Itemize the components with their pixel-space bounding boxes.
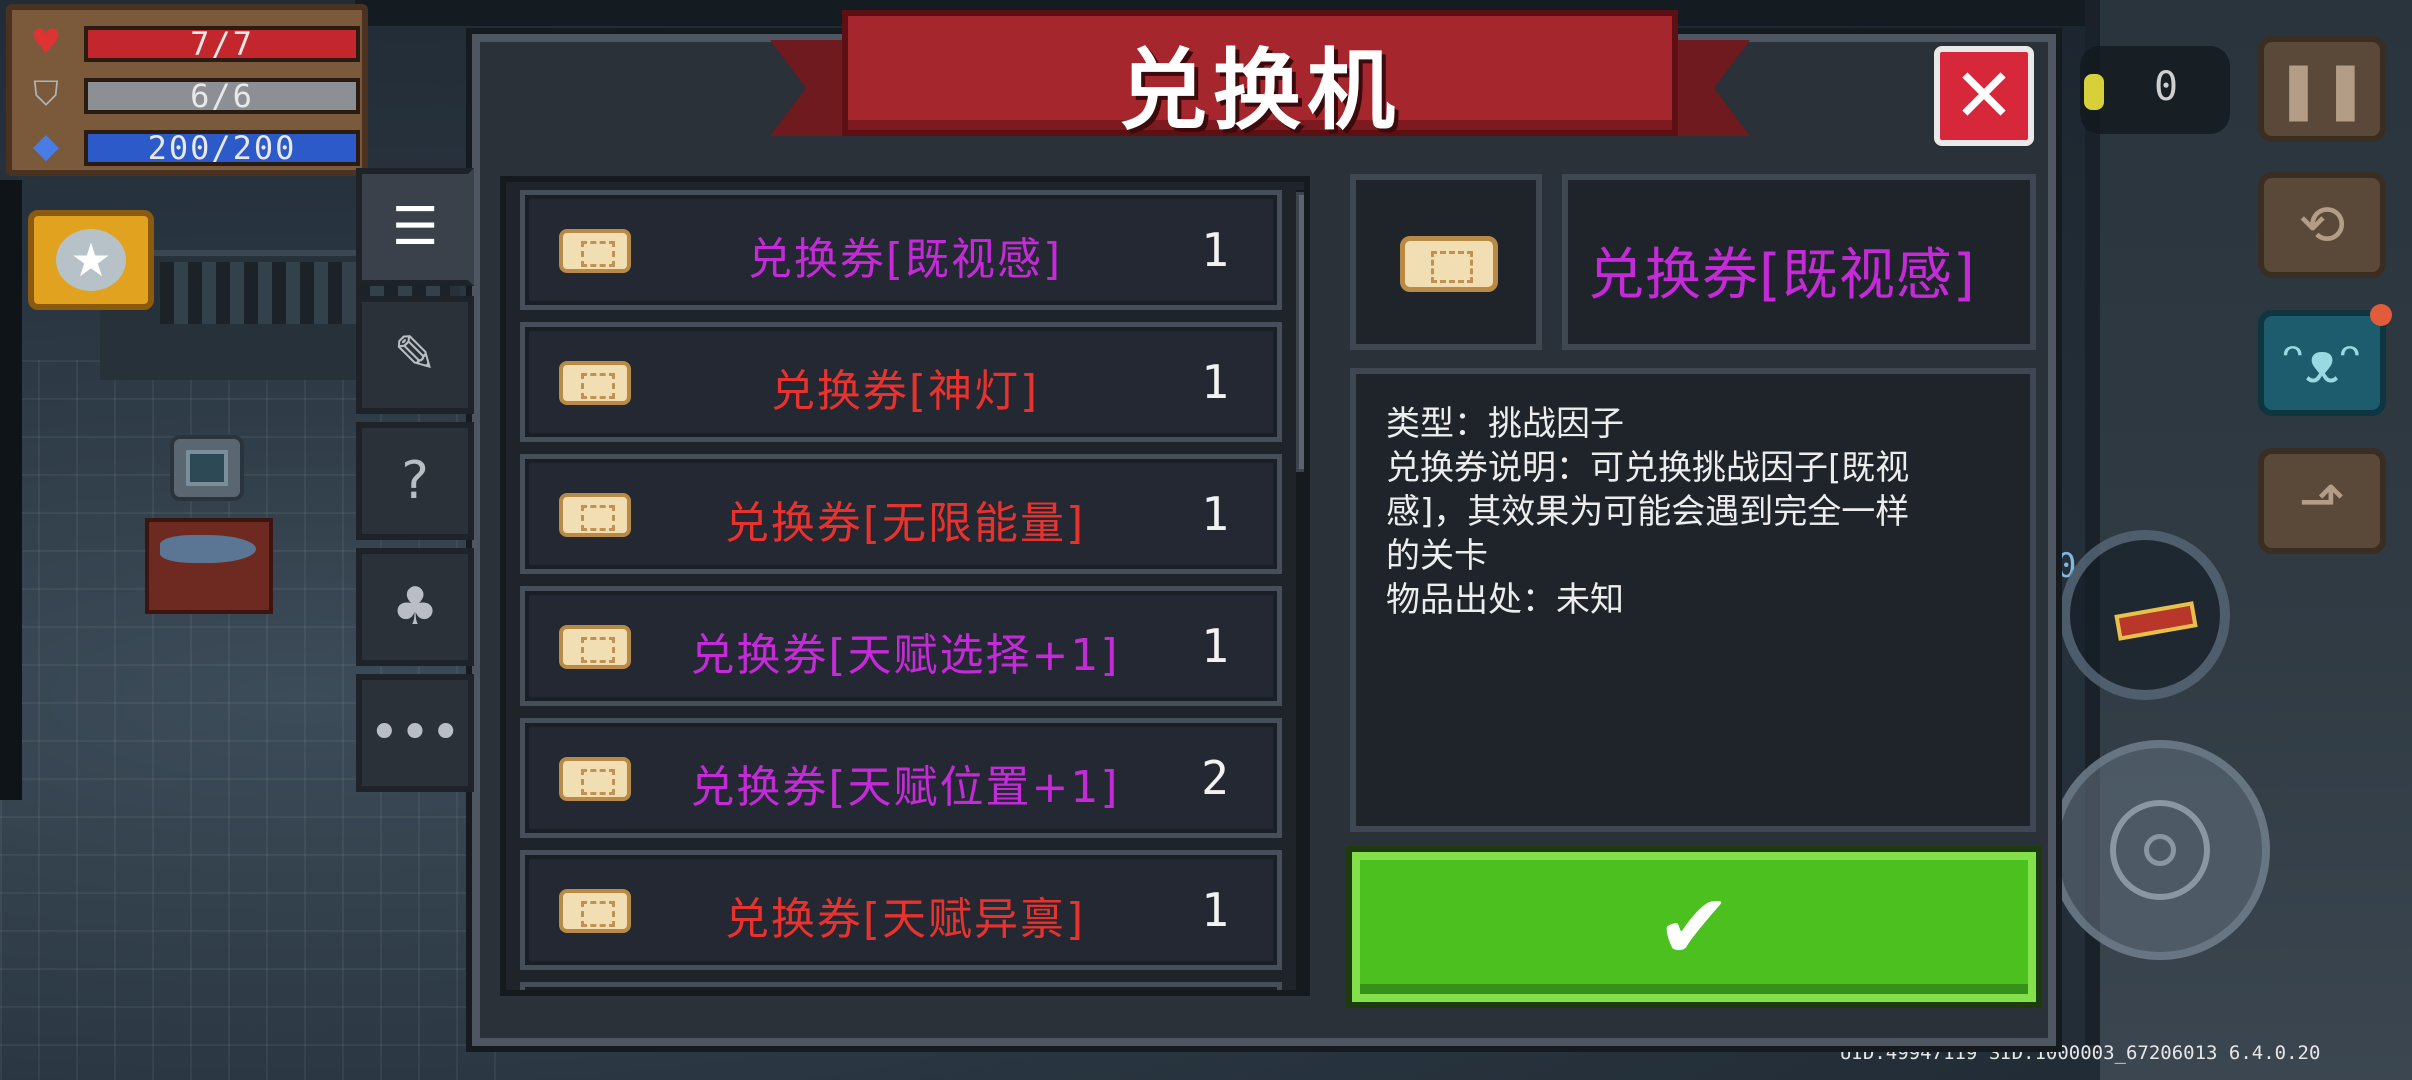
energy-row: ◆ 200/200 <box>20 126 360 166</box>
item-quantity: 1 <box>1201 619 1229 673</box>
shield-icon: ⛉ <box>33 74 59 114</box>
gem-count: 0 <box>2153 64 2179 110</box>
close-icon: ✕ <box>1952 53 2015 139</box>
dialog-title: 兑换机 <box>1118 39 1401 142</box>
ticket-icon <box>559 493 631 537</box>
detail-line-source: 物品出处：未知 <box>1386 580 1624 620</box>
detail-name-box: 兑换券[既视感] <box>1562 174 2036 350</box>
fish-item <box>160 535 256 563</box>
attack-joystick[interactable] <box>2050 740 2270 960</box>
tab-more[interactable]: ••• <box>356 674 474 792</box>
stairs-icon: ⬏ <box>2298 468 2346 534</box>
armor-row: ⛉ 6/6 <box>20 74 360 114</box>
item-name: 兑换券[神灯] <box>770 366 1040 417</box>
notification-dot <box>2370 304 2392 326</box>
checkmark-icon: ✔ <box>1656 874 1732 980</box>
energy-gem-icon: ◆ <box>32 126 60 166</box>
left-wall <box>0 180 22 800</box>
list-item-partial[interactable] <box>520 982 1282 990</box>
item-list[interactable]: 兑换券[既视感] 1 兑换券[神灯] 1 兑换券[无限能量] 1 兑换券[天赋选… <box>500 176 1310 996</box>
detail-line-desc-2: 感]，其效果为可能会遇到完全一样 <box>1386 492 1910 532</box>
ticket-icon <box>559 625 631 669</box>
item-name: 兑换券[天赋位置+1] <box>690 762 1120 813</box>
item-name: 兑换券[无限能量] <box>724 498 1086 549</box>
tab-weapons[interactable]: ✎ <box>356 296 474 414</box>
treasure-chest[interactable] <box>145 518 273 614</box>
armor-bar: 6/6 <box>84 78 360 114</box>
close-button[interactable]: ✕ <box>1934 46 2034 146</box>
ticket-icon <box>559 757 631 801</box>
switch-button[interactable]: ⟲ <box>2258 172 2386 278</box>
detail-line-desc-1: 兑换券说明：可兑换挑战因子[既视 <box>1386 448 1910 488</box>
tab-plants[interactable]: ♣ <box>356 548 474 666</box>
list-scroll-thumb[interactable] <box>1296 192 1304 472</box>
hp-bar: 7/7 <box>84 26 360 62</box>
energy-bar: 200/200 <box>84 130 360 166</box>
item-quantity: 1 <box>1201 487 1229 541</box>
emote-face-icon: ᵔᴥᵔ <box>2281 331 2363 396</box>
pause-button[interactable]: ❚❚ <box>2258 36 2386 142</box>
crosshair-center <box>2144 834 2176 866</box>
tab-all-items[interactable]: ☰ <box>356 168 474 286</box>
detail-line-type: 类型：挑战因子 <box>1386 404 1624 444</box>
list-item[interactable]: 兑换券[神灯] 1 <box>520 322 1282 442</box>
heart-icon: ♥ <box>30 22 62 62</box>
item-quantity: 1 <box>1201 883 1229 937</box>
item-quantity: 2 <box>1201 751 1229 805</box>
stairs-button[interactable]: ⬏ <box>2258 448 2386 554</box>
list-icon: ☰ <box>391 197 439 257</box>
list-item[interactable]: 兑换券[天赋异禀] 1 <box>520 850 1282 970</box>
ticket-icon <box>559 361 631 405</box>
emote-button[interactable]: ᵔᴥᵔ <box>2258 304 2392 416</box>
star-icon: ★ <box>56 229 126 291</box>
gem-counter: 0 <box>2080 46 2230 134</box>
ticket-icon <box>559 229 631 273</box>
item-name: 兑换券[天赋异禀] <box>724 894 1086 945</box>
more-icon: ••• <box>368 703 461 763</box>
list-item[interactable]: 兑换券[天赋选择+1] 1 <box>520 586 1282 706</box>
banner-body: 兑换机 <box>842 10 1678 142</box>
item-quantity: 1 <box>1201 355 1229 409</box>
ticket-icon <box>1400 236 1498 292</box>
unknown-icon: ? <box>401 451 429 511</box>
tab-unknown[interactable]: ? <box>356 422 474 540</box>
list-item[interactable]: 兑换券[天赋位置+1] 2 <box>520 718 1282 838</box>
hp-row: ♥ 7/7 <box>20 22 360 62</box>
swap-icon: ⟲ <box>2298 192 2346 258</box>
detail-line-desc-3: 的关卡 <box>1386 536 1488 576</box>
weapon-switch-wheel[interactable] <box>2060 530 2230 700</box>
item-name: 兑换券[既视感] <box>747 234 1063 285</box>
item-quantity: 1 <box>1201 223 1229 277</box>
ticket-icon <box>559 889 631 933</box>
gem-icon <box>2084 74 2104 110</box>
detail-item-name: 兑换券[既视感] <box>1588 243 1976 308</box>
title-banner: 兑换机 <box>770 4 1750 154</box>
list-item[interactable]: 兑换券[既视感] 1 <box>520 190 1282 310</box>
pause-icon: ❚❚ <box>2275 56 2369 122</box>
weapon-icon <box>2114 601 2198 641</box>
confirm-button[interactable]: ✔ <box>1352 852 2036 1002</box>
weapon-icon: ✎ <box>393 325 437 385</box>
list-item[interactable]: 兑换券[无限能量] 1 <box>520 454 1282 574</box>
item-name: 兑换券[天赋选择+1] <box>690 630 1120 681</box>
detail-icon-box <box>1350 174 1542 350</box>
plant-icon: ♣ <box>391 577 439 637</box>
machine-icon <box>186 450 228 486</box>
buff-badge[interactable]: ★ <box>28 210 154 310</box>
detail-description: 类型：挑战因子 兑换券说明：可兑换挑战因子[既视 感]，其效果为可能会遇到完全一… <box>1350 368 2036 832</box>
player-stats-panel: ♥ 7/7 ⛉ 6/6 ◆ 200/200 <box>6 4 368 176</box>
